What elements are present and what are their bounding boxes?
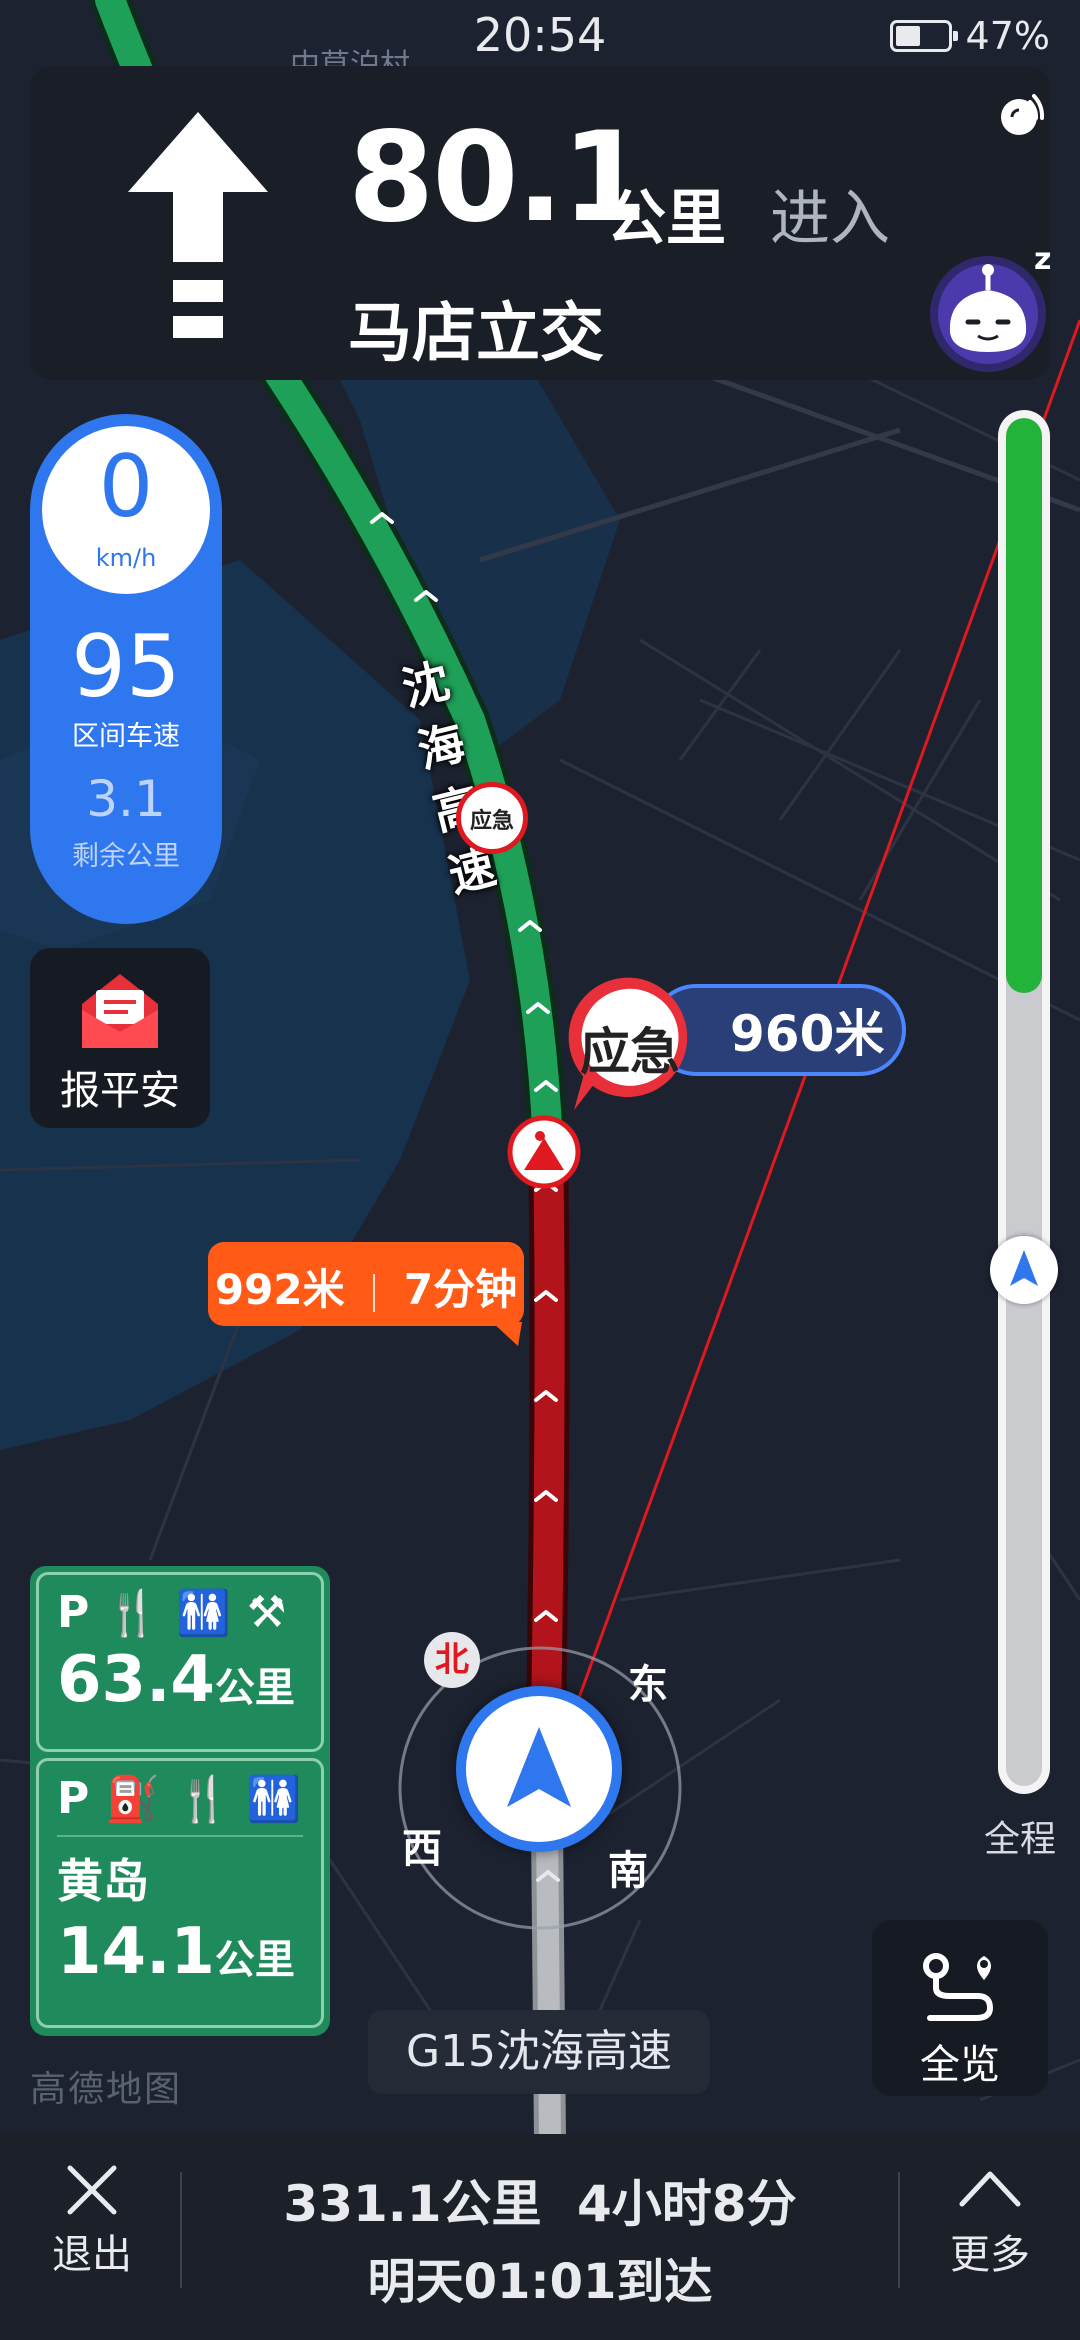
emergency-distance: 960米 — [730, 1005, 885, 1063]
section-average-speed-label: 区间车速 — [72, 721, 180, 752]
route-progress-fill — [1006, 418, 1042, 993]
route-progress-bar[interactable] — [998, 410, 1050, 1794]
progress-position-marker — [990, 1236, 1058, 1304]
repair-icon: ⚒ — [246, 1587, 287, 1638]
bottom-divider-right — [898, 2172, 900, 2288]
map-logo: 高德地图 — [30, 2069, 183, 2110]
parking-icon: P — [57, 1587, 90, 1638]
maneuver-distance-unit: 公里 — [606, 184, 726, 254]
battery-indicator: 47% — [889, 14, 1050, 58]
service-area-1-icons: P 🍴 🚻 ⚒ — [39, 1575, 321, 1639]
battery-icon — [889, 20, 958, 52]
compass-north: 北 — [424, 1632, 480, 1688]
congestion-distance: 992米 — [214, 1265, 345, 1314]
route-overview-icon — [923, 1953, 994, 2021]
compass-east: 东 — [628, 1662, 668, 1708]
progress-label: 全程 — [984, 1819, 1057, 1860]
restroom-icon: 🚻 — [176, 1588, 231, 1639]
maneuver-distance: 80.1 — [348, 106, 648, 250]
section-average-speed: 95 — [71, 617, 181, 717]
current-speed-dial: 0 km/h — [42, 426, 210, 594]
report-safety-button[interactable]: 报平安 — [30, 948, 210, 1128]
speed-panel: 0 km/h 95 区间车速 3.1 剩余公里 — [30, 414, 222, 924]
maneuver-action: 进入 — [770, 184, 890, 254]
arrival-time: 明天01:01到达 — [367, 2254, 713, 2310]
section-remaining-distance: 3.1 — [86, 770, 166, 828]
emergency-lane-marker[interactable]: 应急 — [456, 782, 528, 854]
straight-arrow-icon — [128, 112, 268, 338]
current-road-name: G15沈海高速 — [368, 2010, 710, 2094]
current-speed-unit: km/h — [95, 544, 157, 572]
service-area-2-name: 黄岛 — [57, 1854, 149, 1908]
battery-percent: 47% — [965, 14, 1050, 58]
service-area-panel[interactable]: P 🍴 🚻 ⚒ 63.4公里 P ⛽ 🍴 🚻 黄岛 14.1公里 — [30, 1566, 330, 2036]
trip-distance: 331.1公里 — [283, 2175, 542, 2233]
fork-knife-icon: 🍴 — [105, 1588, 161, 1639]
fuel-icon: ⛽ — [105, 1774, 161, 1825]
close-icon[interactable] — [64, 2162, 120, 2218]
trip-summary: 331.1公里 4小时8分 — [180, 2164, 900, 2236]
robot-assistant-icon[interactable]: z — [920, 236, 1060, 376]
service-area-2-distance: 14.1公里 — [57, 1915, 295, 1989]
trip-time: 4小时8分 — [576, 2175, 797, 2233]
service-area-card-1[interactable]: P 🍴 🚻 ⚒ 63.4公里 — [36, 1572, 324, 1752]
restroom-icon: 🚻 — [246, 1774, 302, 1825]
route-overview-label: 全览 — [920, 2042, 1000, 2088]
report-safety-label: 报平安 — [60, 1068, 180, 1114]
vehicle-position-icon — [456, 1686, 622, 1852]
emergency-label: 应急 — [580, 1023, 680, 1081]
parking-icon: P — [57, 1773, 90, 1824]
envelope-icon — [82, 974, 158, 1048]
battery-fill — [895, 26, 920, 46]
current-speed: 0 — [98, 437, 154, 537]
more-button[interactable]: 更多 — [930, 2222, 1050, 2280]
next-road-name: 马店立交 — [348, 297, 604, 371]
compass-south: 南 — [608, 1848, 648, 1894]
service-area-2-icons: P ⛽ 🍴 🚻 — [39, 1761, 321, 1825]
maneuver-guide-card[interactable]: 80.1 公里 进入 马店立交 z — [30, 66, 1051, 380]
exit-button[interactable]: 退出 — [32, 2222, 152, 2280]
service-area-card-2[interactable]: P ⛽ 🍴 🚻 黄岛 14.1公里 — [36, 1758, 324, 2028]
assistant-sleep-badge: z — [1034, 242, 1052, 277]
congestion-time: 7分钟 — [403, 1265, 518, 1314]
route-overview-button[interactable]: 全览 — [872, 1920, 1048, 2096]
compass-west: 西 — [402, 1826, 442, 1872]
congestion-info: 992米 7分钟 — [208, 1256, 524, 1317]
fork-knife-icon: 🍴 — [176, 1774, 231, 1825]
congestion-callout[interactable]: 992米 7分钟 — [208, 1242, 524, 1346]
route-progress-track — [1006, 418, 1042, 1786]
emergency-lane-marker-label: 应急 — [469, 809, 514, 834]
section-remaining-label: 剩余公里 — [72, 841, 180, 872]
route-road-label: 沈海高速 — [396, 653, 502, 903]
sound-icon[interactable] — [992, 90, 1046, 144]
chevron-up-icon[interactable] — [958, 2168, 1022, 2208]
emergency-lane-callout[interactable]: 960米 应急 — [560, 972, 908, 1111]
service-area-1-distance: 63.4公里 — [57, 1643, 295, 1717]
